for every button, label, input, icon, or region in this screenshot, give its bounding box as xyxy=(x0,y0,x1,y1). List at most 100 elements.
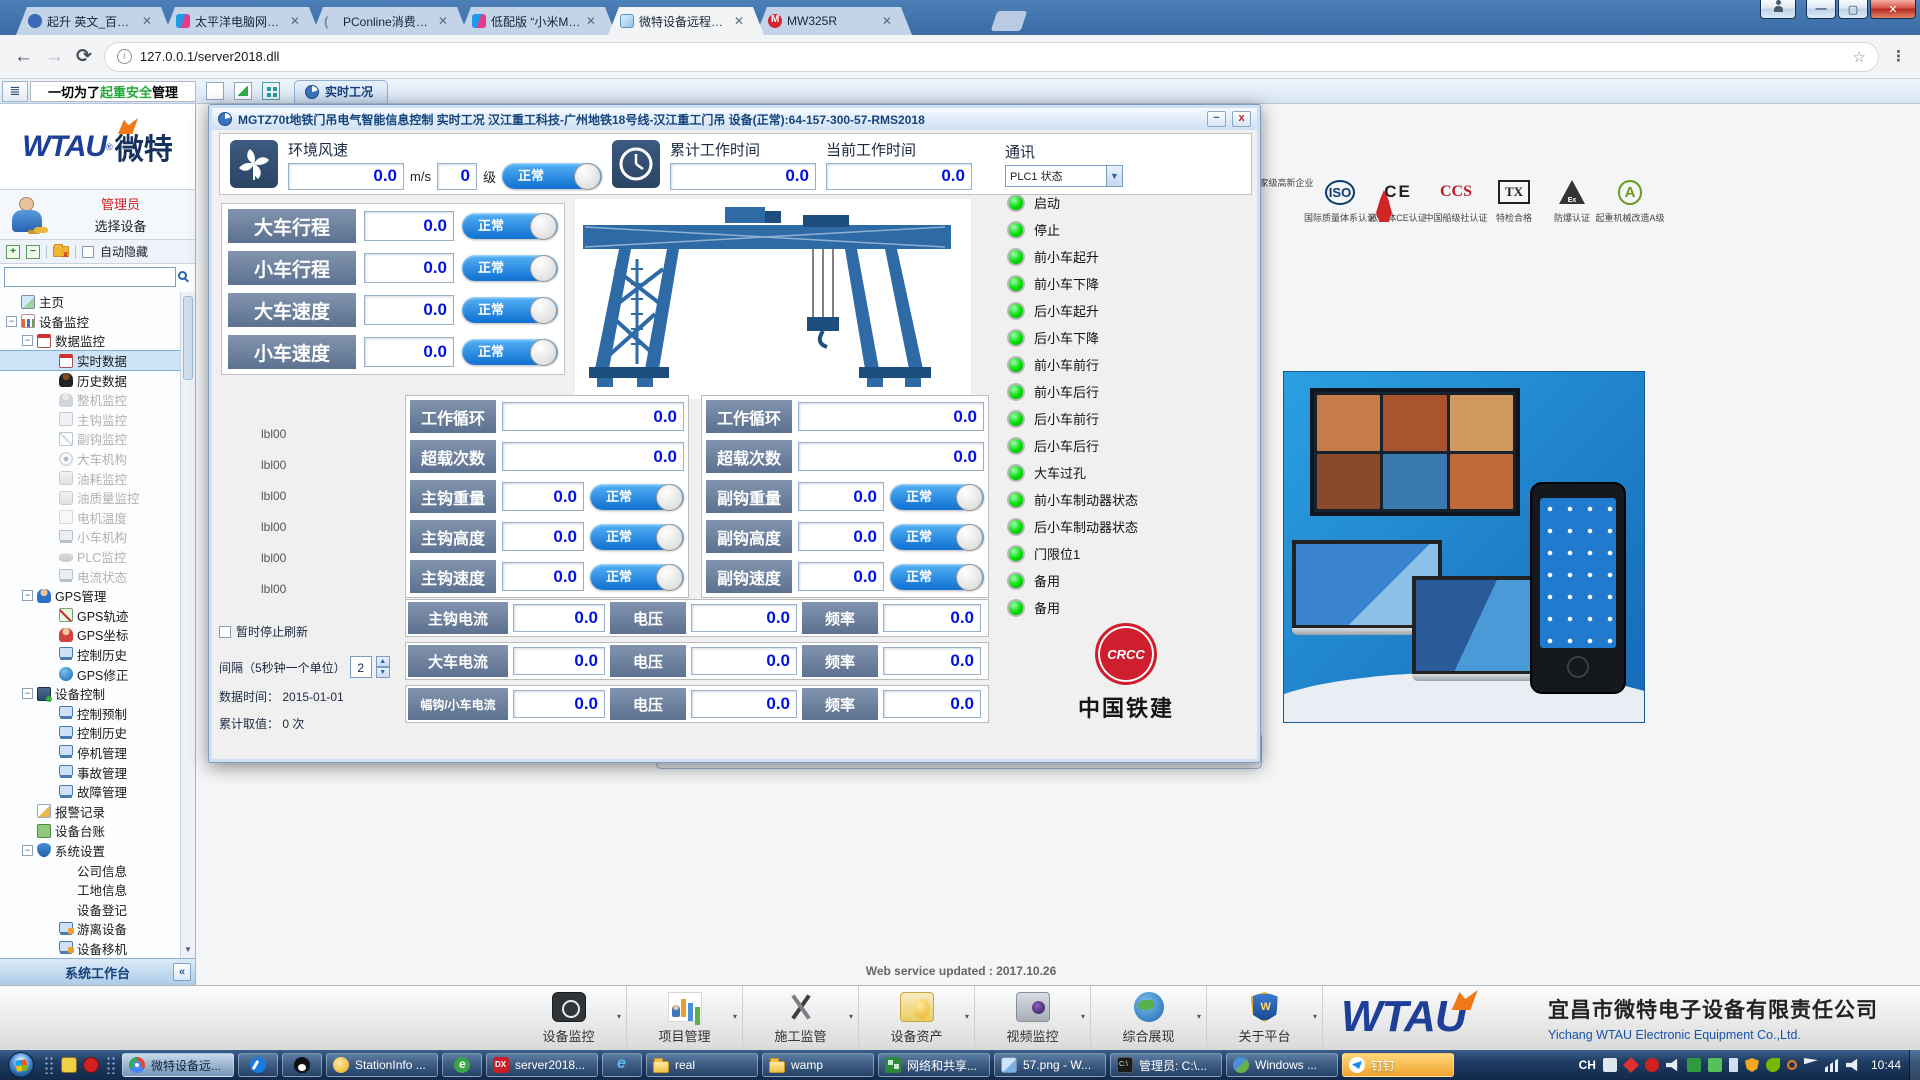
taskbar-button[interactable]: 管理员: C:\... xyxy=(1110,1053,1222,1077)
window-maximize-button[interactable]: ▢ xyxy=(1838,0,1868,19)
search-input[interactable] xyxy=(4,267,176,287)
tab-close-icon[interactable]: ✕ xyxy=(438,14,448,28)
address-bar[interactable]: i ☆ xyxy=(104,42,1879,72)
tree-item[interactable]: 控制历史 xyxy=(0,723,181,743)
action-center-flag-icon[interactable] xyxy=(1804,1058,1818,1072)
taskbar-button[interactable]: StationInfo ... xyxy=(326,1053,438,1077)
taskbar-button[interactable]: Windows ... xyxy=(1226,1053,1338,1077)
taskbar-button[interactable]: 微特设备远... xyxy=(122,1053,234,1077)
tree-expander-icon[interactable] xyxy=(44,727,55,738)
taskbar-button[interactable] xyxy=(238,1053,278,1077)
status-toggle[interactable]: 正常 xyxy=(462,213,558,239)
toolbar-button[interactable]: 设备监控 xyxy=(511,986,627,1051)
tree-item[interactable]: 副钩监控 xyxy=(0,429,181,449)
tree-expander-icon[interactable] xyxy=(44,355,55,366)
taskbar-button[interactable]: wamp xyxy=(762,1053,874,1077)
tree-item[interactable]: 控制历史 xyxy=(0,645,181,665)
tab-close-icon[interactable]: ✕ xyxy=(882,14,892,28)
tree-item[interactable]: 停机管理 xyxy=(0,743,181,763)
tree-item[interactable]: 设备移机 xyxy=(0,939,181,958)
tree-item[interactable]: 数据监控 xyxy=(0,331,181,351)
toolbar-button[interactable]: 综合展现 xyxy=(1091,986,1207,1051)
taskbar-button[interactable] xyxy=(442,1053,482,1077)
stepper-up-icon[interactable]: ▲ xyxy=(376,656,390,667)
network-signal-icon[interactable] xyxy=(1825,1058,1839,1072)
comm-select[interactable]: PLC1 状态 ▼ xyxy=(1005,165,1123,187)
status-toggle[interactable]: 正常 xyxy=(590,564,684,590)
taskbar-button[interactable]: 钉钉 xyxy=(1342,1053,1454,1077)
toolbar-button[interactable]: 施工监管 xyxy=(743,986,859,1051)
status-toggle[interactable]: 正常 xyxy=(890,564,984,590)
tree-expander-icon[interactable] xyxy=(6,296,17,307)
toolbar-button[interactable]: 设备资产 xyxy=(859,986,975,1051)
taskbar-button[interactable]: server2018... xyxy=(486,1053,598,1077)
back-button[interactable]: ← xyxy=(14,46,33,68)
usb-icon[interactable] xyxy=(1708,1058,1722,1072)
tab-realtime-status[interactable]: 实时工况 xyxy=(294,80,388,103)
search-tray-icon[interactable] xyxy=(1787,1060,1797,1070)
browser-tab[interactable]: 起升 英文_百度搜索 ✕ xyxy=(16,7,172,35)
status-toggle[interactable]: 正常 xyxy=(890,484,984,510)
edit-icon[interactable] xyxy=(234,82,252,100)
tree-expander-icon[interactable] xyxy=(44,375,55,386)
music-app-icon[interactable] xyxy=(1645,1058,1659,1072)
tree-item[interactable]: 设备台账 xyxy=(0,821,181,841)
tree-expander-icon[interactable] xyxy=(22,335,33,346)
search-icon[interactable] xyxy=(178,271,187,280)
tree-expander-icon[interactable] xyxy=(44,669,55,680)
tree-item[interactable]: 设备监控 xyxy=(0,312,181,332)
tree-scrollbar[interactable]: ▼ xyxy=(180,292,195,958)
tree-expander-icon[interactable] xyxy=(44,473,55,484)
tree-item[interactable]: 小车机构 xyxy=(0,527,181,547)
tree-item[interactable]: 主钩监控 xyxy=(0,410,181,430)
tree-expander-icon[interactable] xyxy=(44,610,55,621)
tree-item[interactable]: 设备控制 xyxy=(0,684,181,704)
graphics-icon[interactable] xyxy=(1766,1058,1780,1072)
menu-list-icon[interactable]: ≣ xyxy=(2,81,28,102)
tree-item[interactable]: GPS坐标 xyxy=(0,625,181,645)
toolbar-button[interactable]: 项目管理 xyxy=(627,986,743,1051)
tree-expander-icon[interactable] xyxy=(22,806,33,817)
tree-expander-icon[interactable] xyxy=(44,649,55,660)
taskbar-button[interactable]: real xyxy=(646,1053,758,1077)
ime-icon[interactable] xyxy=(1623,1057,1639,1073)
tree-expander-icon[interactable] xyxy=(44,394,55,405)
tree-item[interactable]: 整机监控 xyxy=(0,390,181,410)
status-toggle[interactable]: 正常 xyxy=(462,297,558,323)
select-device-field[interactable]: 选择设备 xyxy=(94,216,146,235)
status-toggle[interactable]: 正常 xyxy=(890,524,984,550)
forward-button[interactable]: → xyxy=(45,46,64,68)
keyboard-icon[interactable] xyxy=(1603,1058,1617,1072)
taskbar-button[interactable] xyxy=(282,1053,322,1077)
tree-expander-icon[interactable] xyxy=(6,316,17,327)
tree-expander-icon[interactable] xyxy=(22,825,33,836)
expand-all-icon[interactable]: + xyxy=(6,245,20,259)
toolbar-button[interactable]: 视频监控 xyxy=(975,986,1091,1051)
tree-item[interactable]: 主页 xyxy=(0,292,181,312)
tree-expander-icon[interactable] xyxy=(22,590,33,601)
tree-expander-icon[interactable] xyxy=(44,629,55,640)
sidebar-footer[interactable]: 系统工作台 « xyxy=(0,958,195,985)
tree-item[interactable]: 游离设备 xyxy=(0,919,181,939)
wind-status-toggle[interactable]: 正常 xyxy=(502,163,602,189)
tree-item[interactable]: 油质量监控 xyxy=(0,488,181,508)
tree-expander-icon[interactable] xyxy=(44,414,55,425)
chevron-down-icon[interactable]: ▼ xyxy=(1106,166,1122,186)
scrollbar-thumb[interactable] xyxy=(183,296,193,380)
status-toggle[interactable]: 正常 xyxy=(462,339,558,365)
tree-expander-icon[interactable] xyxy=(22,845,33,856)
tree-expander-icon[interactable] xyxy=(44,551,55,562)
tree-item[interactable]: 公司信息 xyxy=(0,860,181,880)
tree-expander-icon[interactable] xyxy=(44,492,55,503)
tree-item[interactable]: GPS轨迹 xyxy=(0,606,181,626)
profile-button[interactable] xyxy=(1760,0,1796,19)
taskbar-button[interactable] xyxy=(602,1053,642,1077)
site-info-icon[interactable]: i xyxy=(117,49,132,64)
browser-tab[interactable]: 低配版 “小米MIX” 发布 ✕ xyxy=(460,7,616,35)
tree-item[interactable]: 工地信息 xyxy=(0,880,181,900)
tree-item[interactable]: 实时数据 xyxy=(0,351,181,371)
tree-item[interactable]: 历史数据 xyxy=(0,370,181,390)
tree-expander-icon[interactable] xyxy=(44,531,55,542)
tree-item[interactable]: GPS管理 xyxy=(0,586,181,606)
browser-menu-icon[interactable]: ⋮ xyxy=(1891,54,1906,59)
